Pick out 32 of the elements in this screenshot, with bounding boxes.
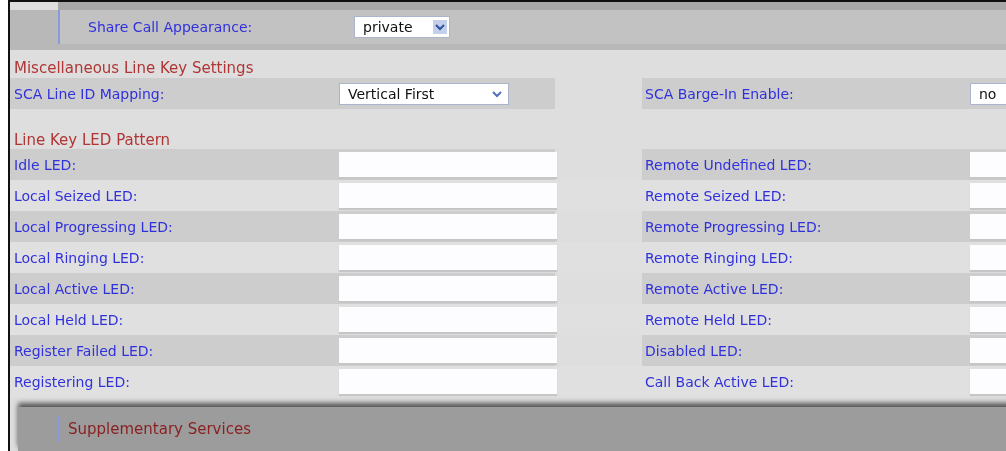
field-label: Remote Undefined LED:	[645, 156, 813, 173]
field-label: Disabled LED:	[645, 342, 744, 359]
select-field[interactable]: no	[970, 82, 1006, 105]
field-label: Registering LED:	[14, 373, 131, 390]
field-label: SCA Barge-In Enable:	[645, 85, 795, 102]
input-field[interactable]	[339, 338, 557, 363]
field-label: Remote Seized LED:	[645, 187, 788, 204]
section-title: Miscellaneous Line Key Settings	[13, 58, 255, 78]
field-label: Local Ringing LED:	[14, 249, 146, 266]
field-label: Share Call Appearance:	[88, 19, 254, 35]
select-field[interactable]: Vertical First	[339, 82, 509, 105]
field-label: Register Failed LED:	[14, 342, 155, 359]
section-title: Line Key LED Pattern	[13, 130, 172, 149]
input-field[interactable]	[339, 245, 557, 270]
field-label: SCA Line ID Mapping:	[14, 85, 166, 102]
field-label: Remote Held LED:	[645, 311, 773, 328]
field-label: Remote Progressing LED:	[645, 218, 823, 235]
select-field[interactable]: private	[354, 16, 450, 38]
input-field[interactable]	[339, 183, 557, 208]
field-label: Remote Ringing LED:	[645, 249, 795, 266]
input-field[interactable]	[339, 152, 557, 177]
field-label: Idle LED:	[14, 156, 78, 173]
field-label: Local Seized LED:	[14, 187, 139, 204]
input-field[interactable]	[339, 307, 557, 332]
input-field[interactable]	[339, 214, 557, 239]
input-field[interactable]	[339, 276, 557, 301]
field-label: Remote Active LED:	[645, 280, 785, 297]
field-label: Local Active LED:	[14, 280, 136, 297]
field-label: Local Held LED:	[14, 311, 125, 328]
field-label: Local Progressing LED:	[14, 218, 174, 235]
input-field[interactable]	[339, 369, 557, 394]
field-label: Call Back Active LED:	[645, 373, 795, 390]
